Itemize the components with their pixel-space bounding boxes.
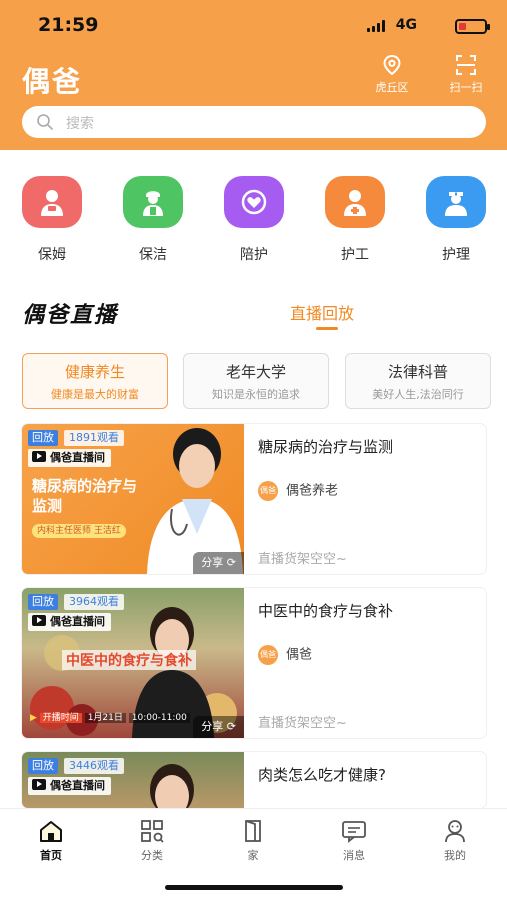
- profile-icon: [445, 820, 465, 843]
- video-info: 糖尿病的治疗与监测 偶爸 偶爸养老 直播货架空空~: [258, 436, 478, 567]
- signal-icon: [367, 20, 389, 32]
- category-nanny[interactable]: 保姆: [12, 176, 92, 264]
- nanny-icon: [22, 176, 82, 228]
- scan-label: 扫一扫: [449, 81, 483, 94]
- category-companion[interactable]: 陪护: [214, 176, 294, 264]
- cleaning-icon: [123, 176, 183, 228]
- category-cleaning[interactable]: 保洁: [113, 176, 193, 264]
- author-logo: 偶爸: [258, 645, 278, 665]
- video-card[interactable]: 回放 3964观看 偶爸直播间 中医中的食疗与食补 ▶ 开播时间 1月21日 1…: [22, 588, 486, 738]
- share-button[interactable]: 分享 ⟳: [193, 552, 244, 574]
- video-info: 肉类怎么吃才健康?: [258, 764, 478, 785]
- scan-icon: [456, 55, 476, 75]
- tab-active-indicator: [316, 327, 338, 330]
- home-indicator: [165, 885, 343, 890]
- topic-title: 法律科普: [387, 363, 448, 381]
- tab-category[interactable]: 分类: [122, 819, 182, 863]
- topic-health[interactable]: 健康养生 健康是最大的财富: [22, 353, 168, 409]
- video-title[interactable]: 肉类怎么吃才健康?: [258, 764, 478, 785]
- search-placeholder: 搜索: [66, 116, 94, 132]
- author-logo: 偶爸: [258, 481, 278, 501]
- broadcast-time: ▶ 开播时间 1月21日 10:00-11:00: [30, 710, 190, 726]
- topic-law[interactable]: 法律科普 美好人生,法治同行: [345, 353, 491, 409]
- view-count: 3964观看: [64, 594, 124, 610]
- goods-status: 直播货架空空~: [258, 716, 347, 731]
- thumbnail-title: 中医中的食疗与食补: [62, 650, 196, 670]
- video-card[interactable]: 回放 1891观看 偶爸直播间 糖尿病的治疗与监测 内科主任医师 王洁红 分享 …: [22, 424, 486, 574]
- video-info: 中医中的食疗与食补 偶爸 偶爸 直播货架空空~: [258, 600, 478, 731]
- caregiver-icon: [325, 176, 385, 228]
- goods-status: 直播货架空空~: [258, 552, 347, 567]
- live-section-title: 偶爸直播: [22, 303, 119, 328]
- location-pin-icon: [383, 54, 401, 76]
- video-thumbnail[interactable]: 回放 3446观看 偶爸直播间: [22, 752, 244, 808]
- replay-badge: 回放: [28, 594, 58, 610]
- category-label: 陪护: [240, 247, 268, 263]
- live-room-badge: 偶爸直播间: [28, 449, 111, 467]
- live-room-badge: 偶爸直播间: [28, 777, 111, 795]
- live-room-badge: 偶爸直播间: [28, 613, 111, 631]
- video-card[interactable]: 回放 3446观看 偶爸直播间 肉类怎么吃才健康?: [22, 752, 486, 808]
- doctor-badge: 内科主任医师 王洁红: [32, 524, 126, 538]
- tab-live-replay[interactable]: 直播回放: [290, 300, 354, 324]
- thumbnail-title: 糖尿病的治疗与监测: [32, 477, 138, 515]
- play-icon: [32, 779, 46, 790]
- message-icon: [342, 821, 366, 843]
- topic-subtitle: 美好人生,法治同行: [372, 388, 464, 401]
- scan-button[interactable]: 扫一扫: [444, 54, 488, 95]
- category-nurse[interactable]: 护理: [416, 176, 496, 264]
- topic-senior-university[interactable]: 老年大学 知识是永恒的追求: [183, 353, 329, 409]
- network-type: 4G: [395, 17, 417, 33]
- home-icon: [40, 821, 62, 842]
- companion-icon: [224, 176, 284, 228]
- location-label: 虎丘区: [375, 81, 409, 94]
- tab-profile[interactable]: 我的: [425, 819, 485, 863]
- video-thumbnail[interactable]: 回放 3964观看 偶爸直播间 中医中的食疗与食补 ▶ 开播时间 1月21日 1…: [22, 588, 244, 738]
- search-icon: [37, 114, 53, 130]
- video-author[interactable]: 偶爸 偶爸: [258, 645, 478, 665]
- topic-subtitle: 知识是永恒的追求: [212, 388, 300, 401]
- category-icon: [141, 820, 164, 843]
- category-label: 护理: [442, 247, 470, 263]
- location-button[interactable]: 虎丘区: [370, 54, 414, 95]
- topic-subtitle: 健康是最大的财富: [51, 388, 139, 401]
- category-label: 保洁: [139, 247, 167, 263]
- tab-home-door[interactable]: 家: [223, 819, 283, 863]
- search-input[interactable]: 搜索: [22, 106, 486, 138]
- service-categories: 保姆 保洁 陪护 护工 护理: [0, 176, 507, 271]
- video-author[interactable]: 偶爸 偶爸养老: [258, 481, 478, 501]
- tab-messages[interactable]: 消息: [324, 819, 384, 863]
- door-icon: [245, 820, 261, 842]
- tab-home[interactable]: 首页: [21, 819, 81, 863]
- play-icon: [32, 615, 46, 626]
- view-count: 1891观看: [64, 430, 124, 446]
- replay-badge: 回放: [28, 758, 58, 774]
- view-count: 3446观看: [64, 758, 124, 774]
- video-title[interactable]: 糖尿病的治疗与监测: [258, 436, 478, 457]
- category-label: 护工: [341, 247, 369, 263]
- share-button[interactable]: 分享 ⟳: [193, 716, 244, 738]
- category-caregiver[interactable]: 护工: [315, 176, 395, 264]
- app-header: 21:59 4G 偶爸 虎丘区 扫一扫 搜索: [0, 0, 507, 150]
- topic-title: 健康养生: [64, 363, 125, 381]
- status-time: 21:59: [38, 14, 99, 36]
- replay-badge: 回放: [28, 430, 58, 446]
- category-label: 保姆: [38, 247, 66, 263]
- main-content: 保姆 保洁 陪护 护工 护理 偶爸直播 直播回放 健康养生 健康是最大的财富 老…: [0, 150, 507, 808]
- brand-title: 偶爸: [22, 65, 83, 98]
- play-icon: [32, 451, 46, 462]
- nurse-icon: [426, 176, 486, 228]
- battery-icon: [455, 19, 490, 34]
- topic-title: 老年大学: [225, 363, 286, 381]
- video-thumbnail[interactable]: 回放 1891观看 偶爸直播间 糖尿病的治疗与监测 内科主任医师 王洁红 分享 …: [22, 424, 244, 574]
- status-bar: 21:59 4G: [0, 14, 507, 40]
- video-title[interactable]: 中医中的食疗与食补: [258, 600, 478, 621]
